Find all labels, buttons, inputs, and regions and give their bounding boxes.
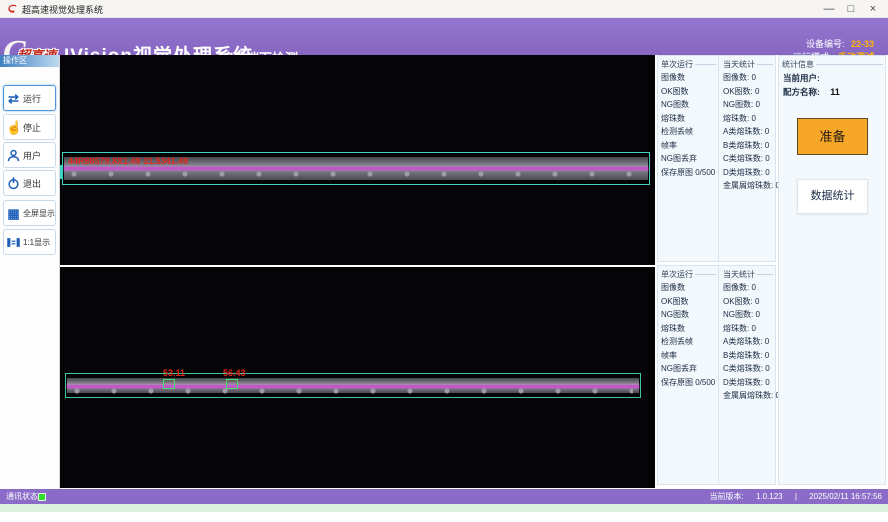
fullscreen-grid-icon: ▦ <box>6 207 21 220</box>
version-label: 当前版本: <box>709 492 743 501</box>
stat-row: 保存原图 0/500 <box>658 376 718 390</box>
stat-row: 图像数: 0 <box>720 281 775 295</box>
defect-box <box>163 379 175 389</box>
stat-row: 帧率 <box>658 349 718 363</box>
inner-camera-viewport: 53.11 56.43 <box>60 267 655 488</box>
bead-marks <box>70 170 642 178</box>
single-run-header: 单次运行 <box>658 266 718 281</box>
version-value: 1.0.123 <box>756 492 783 501</box>
stat-row: OK图数: 0 <box>720 85 775 99</box>
stat-row: 帧率 <box>658 139 718 153</box>
run-icon: ⇄ <box>6 92 21 105</box>
weld-strip-image <box>67 378 639 393</box>
comm-status-indicator <box>38 493 46 501</box>
stat-row: D类熔珠数: 0 <box>720 376 775 390</box>
device-number-label: 设备编号: <box>806 39 845 49</box>
measurement-annotation: 53.11 <box>163 368 185 378</box>
app-window: 超高速视觉处理系统 — □ × C 超高速 IVision视觉处理系统 熔珠端面… <box>0 0 888 522</box>
power-icon <box>6 176 21 191</box>
stat-row: NG图数: 0 <box>720 98 775 112</box>
user-button[interactable]: 用户 <box>3 142 56 168</box>
stat-row: NG图丢弃 <box>658 152 718 166</box>
stat-row: 保存原图 0/500 <box>658 166 718 180</box>
stat-row: NG图数 <box>658 308 718 322</box>
stat-row: NG图丢弃 <box>658 362 718 376</box>
daily-stats-column: 当天统计 图像数: 0OK图数: 0NG图数: 0熔珠数: 0A类熔珠数: 0B… <box>720 56 775 261</box>
info-panel: 统计信息 当前用户: 配方名称: 11 准备 数据统计 <box>778 55 886 485</box>
app-icon <box>7 3 18 14</box>
stat-row: 检测丢帧 <box>658 335 718 349</box>
status-separator: | <box>795 492 797 501</box>
maximize-button[interactable]: □ <box>840 1 862 17</box>
outer-camera-viewport: 44R88579.8X1.49 31.5341.49 <box>60 55 655 265</box>
stat-row: 熔珠数 <box>658 322 718 336</box>
detection-roi-box <box>65 373 641 398</box>
stats-panel-outer: 单次运行 图像数OK图数NG图数熔珠数检测丢帧帧率NG图丢弃保存原图 0/500… <box>657 55 776 262</box>
ready-button[interactable]: 准备 <box>797 118 868 155</box>
stop-hand-icon: ☝ <box>6 121 21 134</box>
stats-panel-inner: 单次运行 图像数OK图数NG图数熔珠数检测丢帧帧率NG图丢弃保存原图 0/500… <box>657 265 776 485</box>
stat-row: OK图数 <box>658 295 718 309</box>
bead-marks <box>73 387 633 395</box>
status-bar: 通讯状态: 当前版本: 1.0.123 | 2025/02/11 16:57:5… <box>0 489 888 504</box>
one-to-one-button[interactable]: 1:1显示 <box>3 229 56 255</box>
stat-row: 金属屑熔珠数: 0 <box>720 389 775 403</box>
current-user-label: 当前用户: <box>783 73 820 83</box>
current-user-row: 当前用户: <box>779 71 885 85</box>
measurement-annotation: 44R88579.8X1.49 31.5341.49 <box>68 156 188 166</box>
exit-button[interactable]: 退出 <box>3 170 56 196</box>
single-run-column: 单次运行 图像数OK图数NG图数熔珠数检测丢帧帧率NG图丢弃保存原图 0/500 <box>658 266 719 484</box>
close-button[interactable]: × <box>862 1 884 17</box>
stat-row: C类熔珠数: 0 <box>720 152 775 166</box>
stat-row: B类熔珠数: 0 <box>720 349 775 363</box>
stat-row: A类熔珠数: 0 <box>720 335 775 349</box>
run-button[interactable]: ⇄ 运行 <box>3 85 56 111</box>
stat-row: 图像数 <box>658 281 718 295</box>
measurement-annotation: 56.43 <box>223 368 246 378</box>
operation-sidebar: 操作区 ⇄ 运行 ☝ 停止 用户 退出 ▦ 全屏显示 <box>0 55 60 489</box>
stat-row: C类熔珠数: 0 <box>720 362 775 376</box>
bottom-accent-strip <box>0 504 888 512</box>
edge-marker <box>60 165 63 179</box>
recipe-name-value: 11 <box>830 87 840 97</box>
single-run-column: 单次运行 图像数OK图数NG图数熔珠数检测丢帧帧率NG图丢弃保存原图 0/500 <box>658 56 719 261</box>
data-statistics-button[interactable]: 数据统计 <box>797 179 868 214</box>
daily-stats-header: 当天统计 <box>720 56 775 71</box>
status-bar-right: 当前版本: 1.0.123 | 2025/02/11 16:57:56 <box>699 489 882 504</box>
comm-status-label: 通讯状态: <box>6 489 40 504</box>
minimize-button[interactable]: — <box>818 1 840 17</box>
stat-row: OK图数 <box>658 85 718 99</box>
datetime-value: 2025/02/11 16:57:56 <box>809 492 882 501</box>
stat-row: D类熔珠数: 0 <box>720 166 775 180</box>
daily-stats-header: 当天统计 <box>720 266 775 281</box>
stat-row: 金属屑熔珠数: 0 <box>720 179 775 193</box>
stat-row: 图像数: 0 <box>720 71 775 85</box>
stat-row: A类熔珠数: 0 <box>720 125 775 139</box>
stat-row: 熔珠数: 0 <box>720 322 775 336</box>
stat-row: 检测丢帧 <box>658 125 718 139</box>
stat-row: 图像数 <box>658 71 718 85</box>
stat-row: 熔珠数 <box>658 112 718 126</box>
stat-row: NG图数: 0 <box>720 308 775 322</box>
single-run-header: 单次运行 <box>658 56 718 71</box>
daily-stats-column: 当天统计 图像数: 0OK图数: 0NG图数: 0熔珠数: 0A类熔珠数: 0B… <box>720 266 775 484</box>
fullscreen-button[interactable]: ▦ 全屏显示 <box>3 200 56 226</box>
os-titlebar: 超高速视觉处理系统 — □ × <box>0 0 888 18</box>
app-header: C 超高速 IVision视觉处理系统 熔珠端面检测 配方 设置 外侧相机 内侧… <box>0 18 888 55</box>
user-icon <box>6 148 21 163</box>
stat-row: B类熔珠数: 0 <box>720 139 775 153</box>
window-title: 超高速视觉处理系统 <box>22 3 103 16</box>
defect-box <box>226 379 238 389</box>
info-panel-header: 统计信息 <box>779 56 885 71</box>
stat-row: NG图数 <box>658 98 718 112</box>
recipe-name-label: 配方名称: <box>783 87 820 97</box>
device-number-value: 22-33 <box>851 39 874 49</box>
recipe-row: 配方名称: 11 <box>779 85 885 99</box>
stat-row: 熔珠数: 0 <box>720 112 775 126</box>
stop-button[interactable]: ☝ 停止 <box>3 114 56 140</box>
one-to-one-icon <box>6 235 21 250</box>
sidebar-header: 操作区 <box>0 55 59 67</box>
stat-row: OK图数: 0 <box>720 295 775 309</box>
